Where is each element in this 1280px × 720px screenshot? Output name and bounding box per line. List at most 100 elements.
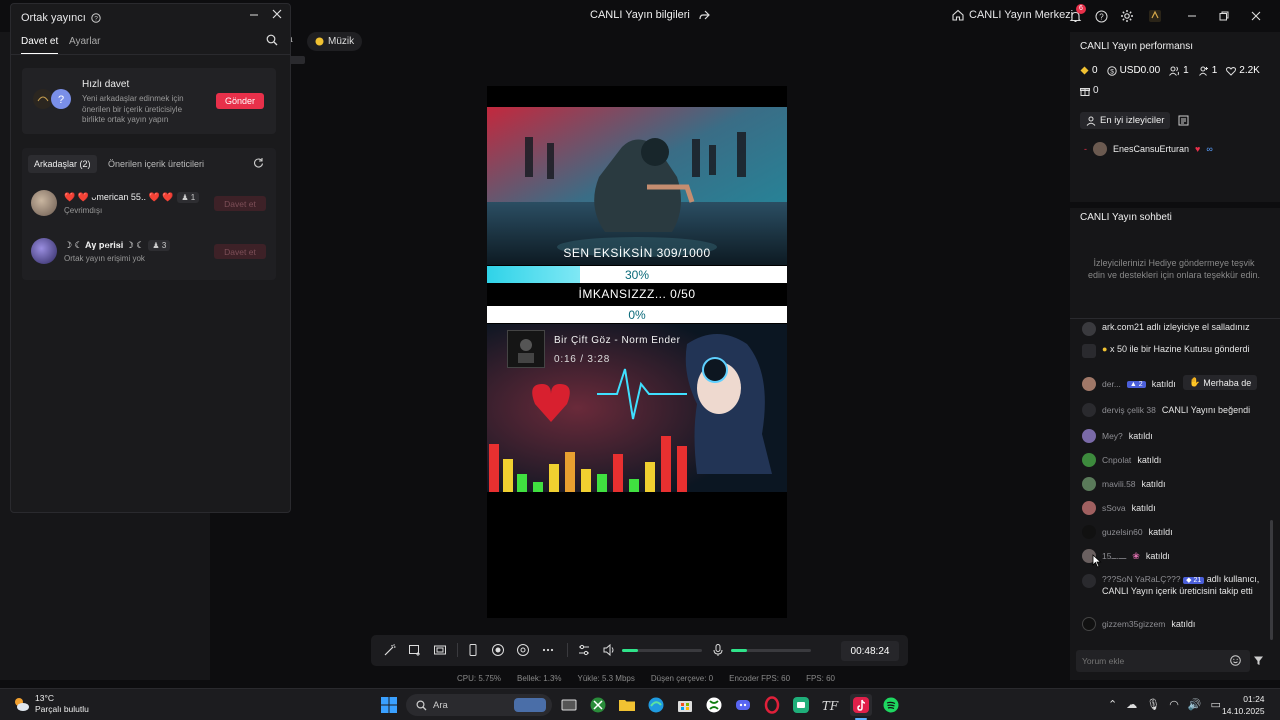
minimize-icon[interactable] bbox=[1184, 8, 1200, 24]
camera-settings-icon[interactable] bbox=[516, 643, 530, 657]
avatar bbox=[1082, 617, 1096, 631]
chat-username[interactable]: 1ـــ.ــ5 bbox=[1102, 551, 1126, 562]
top-viewer-name: EnesCansuErturan bbox=[1113, 144, 1190, 154]
chat-scrollbar[interactable] bbox=[1270, 520, 1273, 640]
info-icon[interactable]: ? bbox=[91, 13, 101, 23]
portrait-mode-icon[interactable] bbox=[466, 643, 480, 657]
add-source-icon[interactable] bbox=[408, 643, 422, 657]
search-icon[interactable] bbox=[266, 34, 278, 46]
cpu-stat: CPU: 5.75% bbox=[457, 674, 502, 683]
filter-icon[interactable] bbox=[1253, 655, 1264, 666]
microphone-tray-icon[interactable]: 🎙 bbox=[1146, 698, 1160, 711]
viewer-list-icon[interactable] bbox=[1178, 115, 1189, 126]
chat-username[interactable]: derviş çelik 38 bbox=[1102, 405, 1156, 415]
tab-suggested-creators[interactable]: Önerilen içerik üreticileri bbox=[108, 159, 204, 169]
friend-status: Çevrimdışı bbox=[64, 206, 103, 215]
chat-username[interactable]: Mey? bbox=[1102, 431, 1123, 441]
help-icon[interactable]: ? bbox=[1093, 8, 1109, 24]
minimize-dialog-icon[interactable] bbox=[248, 9, 260, 21]
whatsapp-icon[interactable] bbox=[792, 696, 810, 714]
viewers-icon bbox=[1169, 66, 1180, 76]
goal-2-progress-bar: 0% bbox=[487, 306, 787, 323]
store-icon[interactable] bbox=[676, 696, 694, 714]
xbox-app-icon[interactable] bbox=[589, 696, 607, 714]
viewer-rank: - bbox=[1084, 144, 1087, 154]
emoji-icon[interactable] bbox=[1230, 655, 1241, 666]
clock-time: 01:24 bbox=[1243, 694, 1265, 704]
taskbar-search[interactable]: Ara bbox=[406, 694, 552, 716]
add-person-icon bbox=[1198, 66, 1209, 76]
more-icon[interactable] bbox=[541, 643, 555, 657]
xbox-icon[interactable] bbox=[705, 696, 723, 714]
volume-slider[interactable] bbox=[622, 649, 702, 652]
stream-preview[interactable]: SEN EKSİKSİN 309/1000 30% İMKANSIZZZ... … bbox=[487, 86, 787, 618]
restore-icon[interactable] bbox=[1216, 8, 1232, 24]
chat-username[interactable]: ???SoN YaRaLÇ??? bbox=[1102, 574, 1181, 584]
spotify-icon[interactable] bbox=[882, 696, 900, 714]
top-viewers-button[interactable]: En iyi izleyiciler bbox=[1080, 112, 1171, 129]
bell-icon[interactable]: 6 bbox=[1067, 4, 1086, 24]
profile-avatar[interactable] bbox=[1147, 8, 1163, 24]
clock[interactable]: 01:24 14.10.2025 bbox=[1222, 693, 1265, 717]
share-icon[interactable] bbox=[698, 9, 710, 21]
weather-widget[interactable]: 13°C Parçalı bulutlu bbox=[12, 693, 89, 715]
layout-icon[interactable] bbox=[433, 643, 447, 657]
volume-tray-icon[interactable]: 🔊 bbox=[1188, 698, 1202, 711]
windows-start-icon[interactable] bbox=[380, 696, 398, 714]
live-info-title[interactable]: CANLI Yayın bilgileri bbox=[590, 9, 710, 21]
live-center-link[interactable]: CANLI Yayın Merkezi bbox=[952, 9, 1073, 21]
chevron-up-icon[interactable]: ⌃ bbox=[1108, 698, 1117, 711]
stream-timer: 00:48:24 bbox=[841, 641, 899, 661]
followers-value: 1 bbox=[1211, 65, 1218, 76]
chat-username[interactable]: gizzem35gizzem bbox=[1102, 619, 1165, 629]
chat-username[interactable]: sSova bbox=[1102, 503, 1126, 513]
invite-button[interactable]: Davet et bbox=[214, 196, 266, 211]
temperature: 13°C bbox=[35, 693, 54, 703]
goal-1-progress-bar: 30% bbox=[487, 266, 787, 283]
performance-stats: CPU: 5.75% Bellek: 1.3% Yükle: 5.3 Mbps … bbox=[457, 674, 835, 683]
task-view-icon[interactable] bbox=[560, 696, 578, 714]
chat-username[interactable]: der... bbox=[1102, 379, 1121, 389]
settings-gear-icon[interactable] bbox=[1119, 8, 1135, 24]
opera-gx-icon[interactable] bbox=[763, 696, 781, 714]
chat-message-text: katıldı bbox=[1131, 503, 1156, 513]
invite-button[interactable]: Davet et bbox=[214, 244, 266, 259]
volume-slider-fill bbox=[622, 649, 638, 652]
top-viewer-row[interactable]: - EnesCansuErturan ♥ ∞ bbox=[1084, 142, 1213, 156]
level-value: 21 bbox=[1193, 577, 1202, 584]
chat-username[interactable]: Cnpolat bbox=[1102, 455, 1131, 465]
close-window-icon[interactable] bbox=[1248, 8, 1264, 24]
speaker-icon[interactable] bbox=[602, 643, 616, 657]
chat-username[interactable]: mavili.58 bbox=[1102, 479, 1136, 489]
battery-icon[interactable]: ▭ bbox=[1211, 698, 1221, 711]
friend-count: 3 bbox=[161, 241, 167, 250]
close-dialog-icon[interactable] bbox=[271, 8, 283, 20]
file-explorer-icon[interactable] bbox=[618, 696, 636, 714]
chat-message: ???SoN YaRaLÇ??? ◆ 21 adlı kullanıcı, CA… bbox=[1082, 574, 1272, 597]
say-hello-button[interactable]: ✋ Merhaba de bbox=[1183, 375, 1258, 390]
chat-username[interactable]: guzelsin60 bbox=[1102, 527, 1143, 537]
live-info-label: CANLI Yayın bilgileri bbox=[590, 9, 690, 21]
tab-invite[interactable]: Davet et bbox=[21, 36, 59, 55]
record-icon[interactable] bbox=[491, 643, 505, 657]
microphone-icon[interactable] bbox=[711, 643, 725, 657]
edge-browser-icon[interactable] bbox=[647, 696, 665, 714]
magic-wand-icon[interactable] bbox=[383, 643, 397, 657]
tf-app-icon[interactable]: TF bbox=[821, 696, 839, 714]
refresh-icon[interactable] bbox=[253, 157, 264, 168]
audio-mixer-icon[interactable] bbox=[577, 643, 591, 657]
microphone-slider[interactable] bbox=[731, 649, 811, 652]
comment-input[interactable] bbox=[1076, 650, 1250, 672]
panel-separator bbox=[1070, 202, 1280, 208]
onedrive-icon[interactable]: ☁ bbox=[1126, 698, 1137, 711]
tab-friends[interactable]: Arkadaşlar (2) bbox=[28, 155, 97, 173]
discord-icon[interactable] bbox=[734, 696, 752, 714]
friend-name-label: ☽ ☾ 𝐀𝐲 𝐩𝐞𝐫𝐢𝐬𝐢 ☽ ☾ bbox=[64, 240, 145, 250]
chat-message-text: katıldı bbox=[1137, 455, 1162, 465]
wifi-icon[interactable]: ◠ bbox=[1169, 698, 1179, 711]
send-button[interactable]: Gönder bbox=[216, 93, 264, 109]
tab-settings[interactable]: Ayarlar bbox=[69, 36, 101, 47]
scene-chip-muzik[interactable]: Müzik bbox=[307, 32, 363, 51]
scene-thumbnail[interactable] bbox=[289, 56, 305, 64]
tiktok-live-studio-icon[interactable] bbox=[850, 694, 872, 716]
